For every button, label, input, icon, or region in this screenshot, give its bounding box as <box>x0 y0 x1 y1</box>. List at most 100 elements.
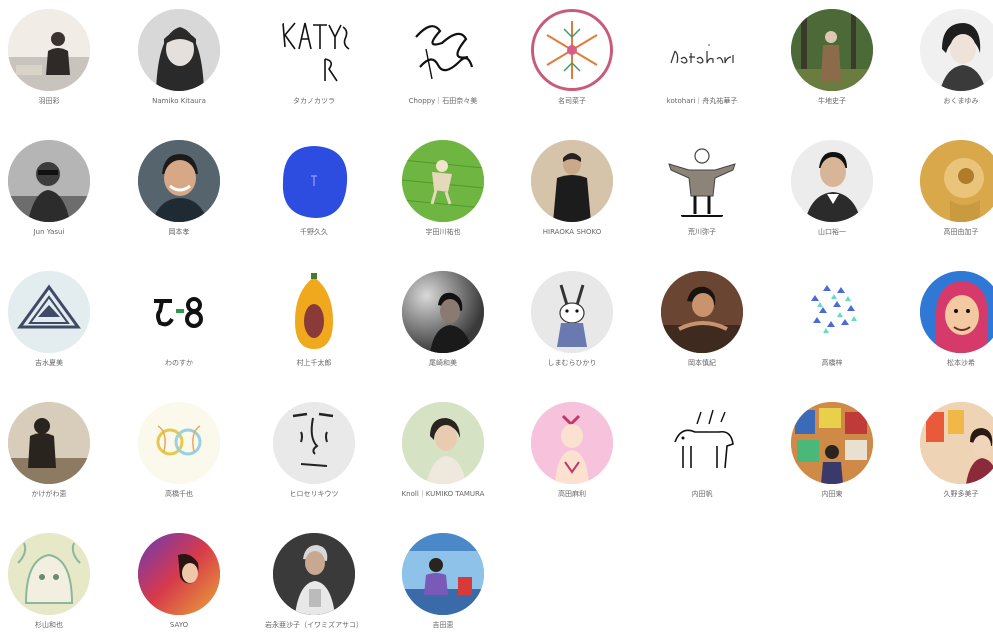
artist-name: 牛地史子 <box>818 97 846 105</box>
avatar <box>273 533 355 615</box>
artist-item[interactable]: 牛地史子 <box>766 9 898 106</box>
avatar <box>920 402 993 484</box>
artist-item[interactable]: SAYO <box>113 533 245 630</box>
artist-name: 宇田川祐也 <box>425 228 461 236</box>
artist-item[interactable]: 高橋梓 <box>766 271 898 368</box>
avatar <box>273 271 355 353</box>
artist-item[interactable]: おくまゆみ <box>895 9 993 106</box>
artist-grid: 羽田彩 Namiko Kitaura タカノカツラ Choppy｜石田奈々美 名… <box>0 0 993 632</box>
artist-name: おくまゆみ <box>943 97 979 105</box>
artist-item[interactable]: 久野多美子 <box>895 402 993 499</box>
avatar <box>8 402 90 484</box>
artist-name: Knoll｜KUMIKO TAMURA <box>401 490 485 498</box>
photo-icon <box>920 402 993 484</box>
artist-item[interactable]: 尾崎和美 <box>377 271 509 368</box>
artist-name: 杉山和也 <box>35 621 63 629</box>
avatar <box>661 402 743 484</box>
artist-item[interactable]: 荒川弥子 <box>636 140 768 237</box>
artist-item[interactable]: ヒロセリキウツ <box>248 402 380 499</box>
artist-item[interactable]: 名司菜子 <box>506 9 638 106</box>
avatar <box>402 533 484 615</box>
artist-item[interactable]: 山口裕一 <box>766 140 898 237</box>
artist-name: 岡本孝 <box>168 228 190 236</box>
artist-item[interactable]: 村上千太郎 <box>248 271 380 368</box>
artist-item[interactable]: 岡本慎紀 <box>636 271 768 368</box>
artist-item[interactable]: 吉田恵 <box>377 533 509 630</box>
artist-item[interactable]: Namiko Kitaura <box>113 9 245 106</box>
photo-icon <box>402 271 484 353</box>
illustration-icon <box>791 271 873 353</box>
artist-item[interactable]: わのすか <box>113 271 245 368</box>
artist-item[interactable]: 羽田彩 <box>0 9 115 106</box>
illustration-icon <box>273 402 355 484</box>
photo-icon <box>402 533 484 615</box>
avatar <box>402 271 484 353</box>
artist-name: 尾崎和美 <box>429 359 457 367</box>
artist-item[interactable]: 内田東 <box>766 402 898 499</box>
artist-name: 千野久久 <box>300 228 328 236</box>
artist-item[interactable]: kotohari｜舟丸祐華子 <box>636 9 768 106</box>
avatar <box>791 9 873 91</box>
artist-item[interactable]: 岩永亜沙子（イワミズアサコ） <box>248 533 380 630</box>
illustration-icon <box>273 140 355 222</box>
artist-name: SAYO <box>169 621 189 629</box>
artist-name: 荒川弥子 <box>688 228 716 236</box>
artist-name: Namiko Kitaura <box>152 97 206 105</box>
avatar <box>138 9 220 91</box>
avatar <box>273 9 355 91</box>
artist-item[interactable]: 杉山和也 <box>0 533 115 630</box>
artist-item[interactable]: 岡本孝 <box>113 140 245 237</box>
artist-item[interactable]: Knoll｜KUMIKO TAMURA <box>377 402 509 499</box>
illustration-icon <box>661 402 743 484</box>
avatar <box>920 9 993 91</box>
artist-name: Jun Yasui <box>33 228 65 236</box>
artist-name: 松本沙希 <box>947 359 975 367</box>
photo-icon <box>8 402 90 484</box>
avatar <box>402 9 484 91</box>
artist-item[interactable]: 吉水夏美 <box>0 271 115 368</box>
avatar <box>920 140 993 222</box>
artist-item[interactable]: タカノカツラ <box>248 9 380 106</box>
artist-name: わのすか <box>165 359 193 367</box>
artist-name: 高橋梓 <box>821 359 843 367</box>
logo-icon <box>661 9 743 91</box>
photo-icon <box>8 140 90 222</box>
artist-item[interactable]: しまむらひかり <box>506 271 638 368</box>
artist-name: 吉田恵 <box>432 621 454 629</box>
artist-name: 高橋千也 <box>165 490 193 498</box>
artist-item[interactable]: かけがわ恵 <box>0 402 115 499</box>
avatar <box>661 9 743 91</box>
artist-name: 内田東 <box>821 490 843 498</box>
artist-item[interactable]: 高橋千也 <box>113 402 245 499</box>
artist-item[interactable]: 千野久久 <box>248 140 380 237</box>
photo-icon <box>402 140 484 222</box>
artist-item[interactable]: 高田麻利 <box>506 402 638 499</box>
artist-item[interactable]: Jun Yasui <box>0 140 115 237</box>
illustration-icon <box>531 271 613 353</box>
artist-item[interactable]: 高田由加子 <box>895 140 993 237</box>
artist-name: 岡本慎紀 <box>688 359 716 367</box>
photo-icon <box>531 140 613 222</box>
artist-item[interactable]: 内田帆 <box>636 402 768 499</box>
artist-item[interactable]: 宇田川祐也 <box>377 140 509 237</box>
artist-name: タカノカツラ <box>293 97 335 105</box>
artist-item[interactable]: HIRAOKA SHOKO <box>506 140 638 237</box>
artist-name: 岩永亜沙子（イワミズアサコ） <box>265 621 363 629</box>
artist-item[interactable]: 松本沙希 <box>895 271 993 368</box>
avatar <box>531 402 613 484</box>
artist-name: 久野多美子 <box>943 490 979 498</box>
avatar <box>138 271 220 353</box>
avatar <box>920 271 993 353</box>
artist-name: kotohari｜舟丸祐華子 <box>666 97 738 105</box>
artist-name: 山口裕一 <box>818 228 846 236</box>
avatar <box>531 271 613 353</box>
artist-name: Choppy｜石田奈々美 <box>408 97 478 105</box>
photo-icon <box>273 533 355 615</box>
logo-icon <box>273 9 355 91</box>
illustration-icon <box>8 533 90 615</box>
artist-item[interactable]: Choppy｜石田奈々美 <box>377 9 509 106</box>
logo-icon <box>402 9 484 91</box>
artist-name: 内田帆 <box>691 490 713 498</box>
illustration-icon <box>531 402 613 484</box>
avatar <box>791 402 873 484</box>
